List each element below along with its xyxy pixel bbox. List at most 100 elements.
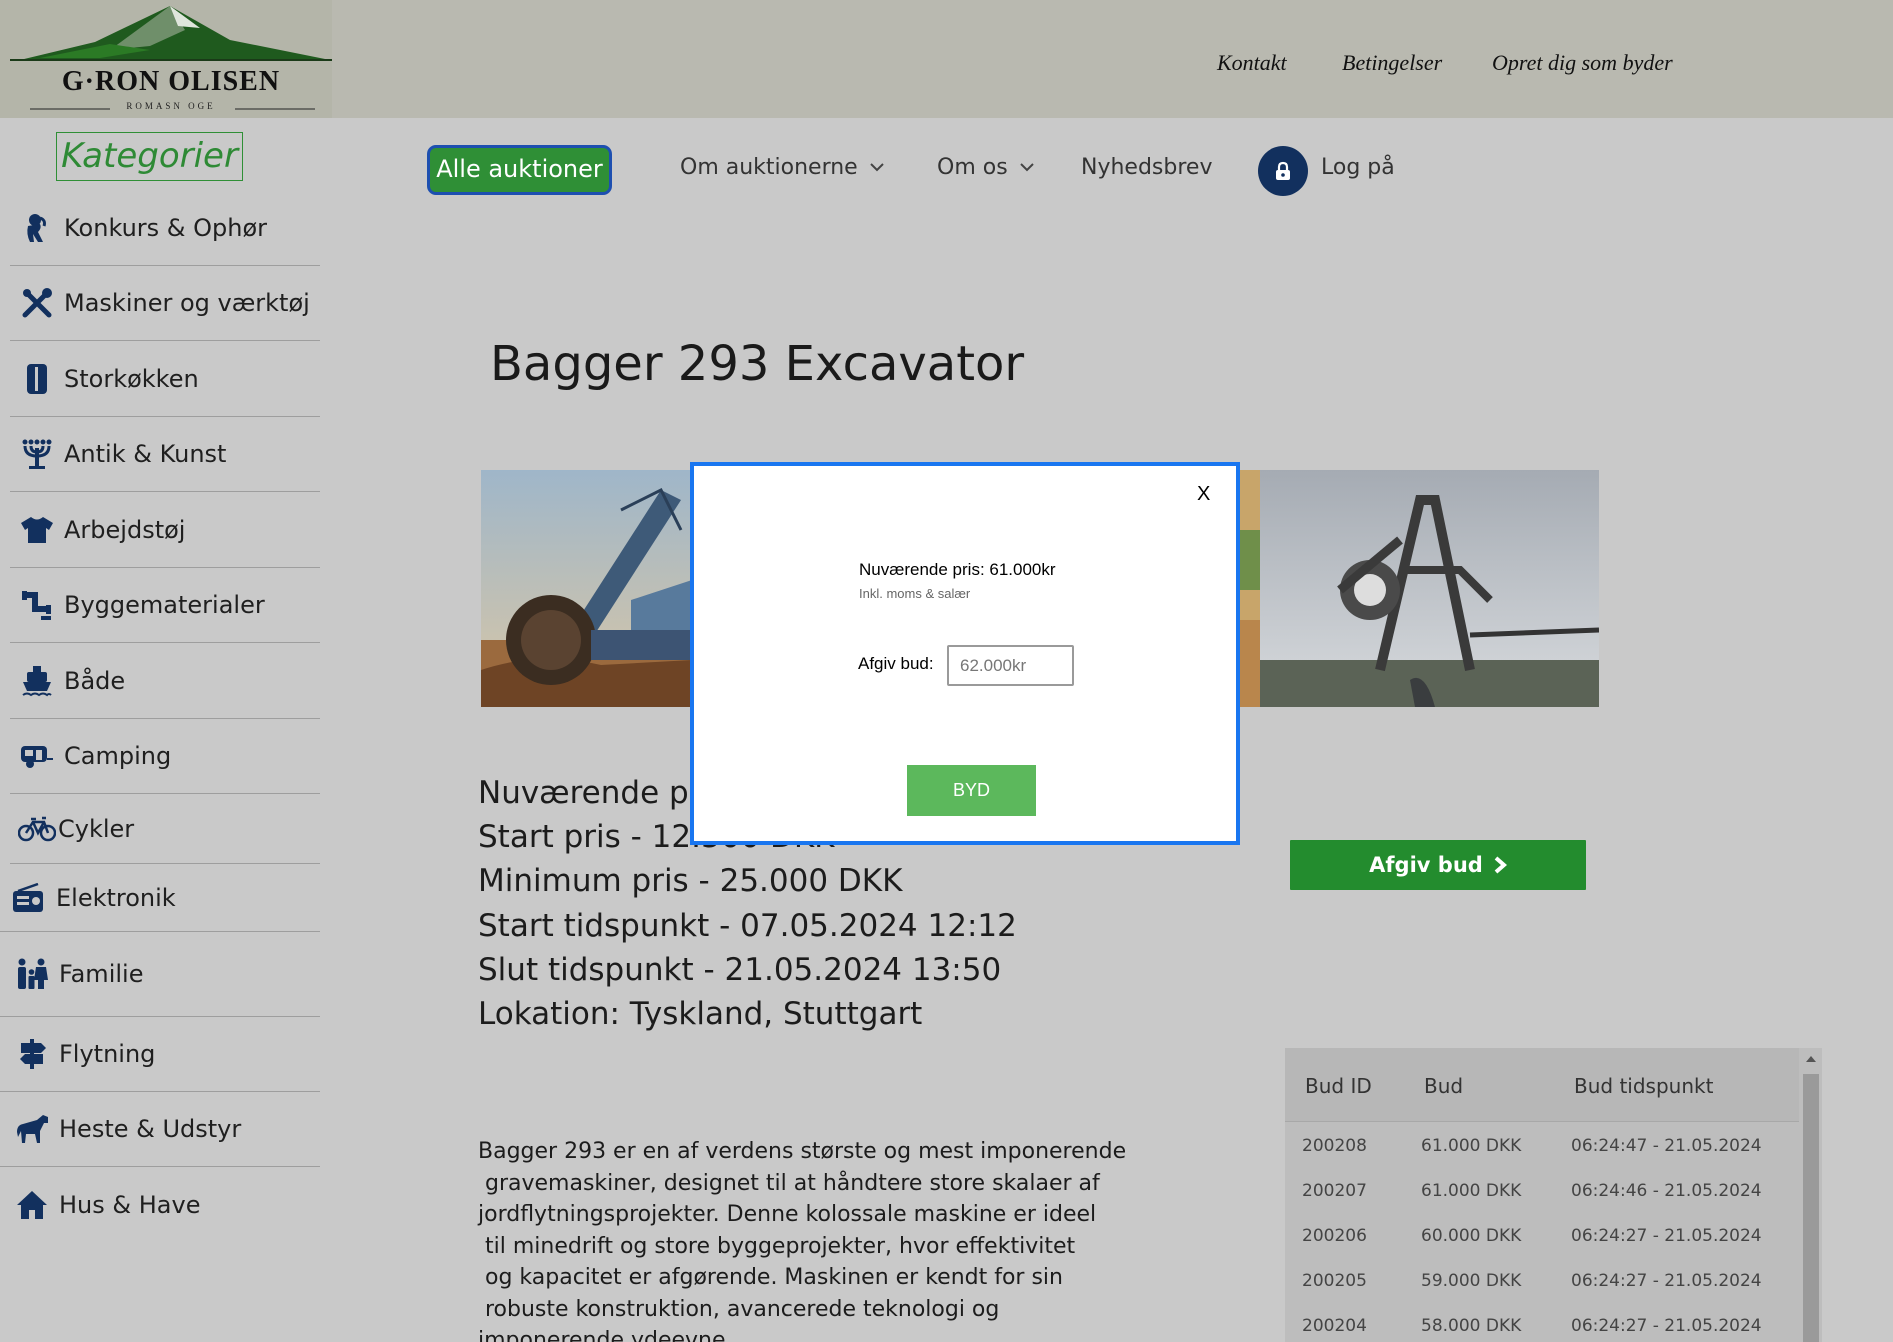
cell-bid-amount: 60.000 DKK — [1421, 1226, 1522, 1246]
chevron-down-icon — [1019, 163, 1034, 172]
scrollbar-thumb[interactable] — [1803, 1074, 1819, 1342]
description-line: gravemaskiner, designet til at håndtere … — [478, 1170, 1100, 1196]
lock-icon — [1276, 161, 1290, 180]
sidebar-item-flytning[interactable]: Flytning — [0, 1017, 320, 1092]
excavator-gray-photo-image — [1260, 470, 1599, 707]
info-end-time: Slut tidspunkt - 21.05.2024 13:50 — [478, 952, 1002, 988]
sidebar-item-label: Arbejdstøj — [64, 515, 186, 544]
info-location: Lokation: Tyskland, Stuttgart — [478, 996, 923, 1032]
sidebar-item-elektronik[interactable]: Elektronik — [0, 864, 320, 932]
ship-icon — [10, 665, 64, 697]
sidebar-item-hus-have[interactable]: Hus & Have — [0, 1167, 320, 1242]
product-photo-1[interactable] — [481, 470, 692, 707]
close-button[interactable]: X — [1197, 483, 1210, 506]
link-opret-byder[interactable]: Opret dig som byder — [1492, 50, 1673, 76]
nav-om-auktionerne[interactable]: Om auktionerne — [680, 155, 884, 180]
cell-bid-time: 06:24:47 - 21.05.2024 — [1571, 1136, 1762, 1156]
all-auctions-button[interactable]: Alle auktioner — [427, 145, 612, 195]
sidebar-item-bade[interactable]: Både — [10, 643, 320, 719]
table-header: Bud ID Bud Bud tidspunkt — [1285, 1048, 1799, 1122]
scroll-up-arrow-icon[interactable] — [1800, 1048, 1822, 1068]
tools-icon — [10, 287, 64, 319]
nav-log-pa[interactable]: Log på — [1321, 155, 1395, 180]
description-line: robuste konstruktion, avancerede teknolo… — [478, 1296, 1000, 1322]
column-header-bid: Bud — [1424, 1074, 1464, 1098]
horse-icon — [0, 1114, 64, 1144]
sidebar-item-storkokken[interactable]: Storkøkken — [10, 341, 320, 417]
sidebar-item-label: Konkurs & Ophør — [64, 213, 268, 242]
sidebar-item-label: Maskiner og værktøj — [64, 288, 310, 317]
candelabra-icon — [10, 438, 64, 470]
column-header-bid-id: Bud ID — [1305, 1074, 1372, 1098]
sidebar-item-label: Camping — [64, 741, 172, 770]
bid-modal: X Nuværende pris: 61.000kr Inkl. moms & … — [690, 462, 1240, 845]
chevron-right-icon — [1494, 856, 1507, 874]
sidebar-item-label: Familie — [59, 960, 144, 988]
family-icon — [0, 958, 64, 990]
sidebar-item-cykler[interactable]: Cykler — [10, 794, 320, 864]
caravan-icon — [10, 743, 64, 769]
link-betingelser[interactable]: Betingelser — [1342, 50, 1442, 76]
sidebar-item-familie[interactable]: Familie — [0, 932, 320, 1017]
sidebar-item-arbejdstoj[interactable]: Arbejdstøj — [10, 492, 320, 568]
top-bar: G·RON OLISEN ROMASN OGE Kontakt Betingel… — [0, 0, 1893, 118]
table-row: 200208 61.000 DKK 06:24:47 - 21.05.2024 — [1285, 1126, 1799, 1171]
description-line: og kapacitet er afgørende. Maskinen er k… — [478, 1265, 1063, 1290]
sidebar-item-label: Antik & Kunst — [64, 439, 227, 468]
excavator-photo-image — [481, 470, 692, 707]
sidebar-item-label: Storkøkken — [64, 364, 199, 393]
table-row: 200204 58.000 DKK 06:24:27 - 21.05.2024 — [1285, 1306, 1799, 1342]
sidebar-item-antik[interactable]: Antik & Kunst — [10, 416, 320, 492]
product-photo-4[interactable] — [1260, 470, 1599, 707]
sidebar-item-heste[interactable]: Heste & Udstyr — [0, 1092, 320, 1167]
sidebar-item-label: Heste & Udstyr — [59, 1115, 242, 1143]
cell-bid-amount: 59.000 DKK — [1421, 1271, 1522, 1291]
sidebar-item-label: Cykler — [58, 814, 135, 843]
sidebar-item-label: Flytning — [59, 1040, 156, 1068]
house-icon — [0, 1190, 64, 1220]
place-bid-label: Afgiv bud — [1369, 853, 1483, 877]
nav-nyhedsbrev[interactable]: Nyhedsbrev — [1081, 155, 1212, 180]
cell-bid-time: 06:24:27 - 21.05.2024 — [1571, 1316, 1762, 1336]
nav-om-os[interactable]: Om os — [937, 155, 1034, 180]
table-row: 200207 61.000 DKK 06:24:46 - 21.05.2024 — [1285, 1171, 1799, 1216]
info-current-price: Nuværende pr — [478, 775, 702, 811]
description-line: til minedrift og store byggeprojekter, h… — [478, 1233, 1076, 1259]
radio-icon — [0, 882, 56, 913]
nav-label: Om auktionerne — [680, 155, 858, 180]
cell-bid-time: 06:24:46 - 21.05.2024 — [1571, 1181, 1762, 1201]
cell-bid-amount: 61.000 DKK — [1421, 1181, 1522, 1201]
sidebar-item-byggematerialer[interactable]: Byggematerialer — [10, 567, 320, 643]
cell-bid-amount: 58.000 DKK — [1421, 1316, 1522, 1336]
person-icon — [10, 212, 64, 244]
link-kontakt[interactable]: Kontakt — [1217, 50, 1287, 76]
shirt-icon — [10, 516, 64, 544]
cell-bid-time: 06:24:27 - 21.05.2024 — [1571, 1226, 1762, 1246]
login-lock-button[interactable] — [1258, 146, 1308, 196]
place-bid-button[interactable]: Afgiv bud — [1290, 840, 1586, 890]
sidebar-item-label: Elektronik — [56, 883, 176, 912]
chevron-down-icon — [870, 163, 884, 172]
sidebar-item-camping[interactable]: Camping — [10, 718, 320, 794]
sidebar-item-maskiner[interactable]: Maskiner og værktøj — [10, 265, 320, 341]
bid-amount-input[interactable] — [947, 645, 1074, 686]
logo[interactable]: G·RON OLISEN ROMASN OGE — [0, 0, 332, 118]
submit-bid-button[interactable]: BYD — [907, 765, 1036, 816]
modal-current-price: Nuværende pris: 61.000kr — [859, 560, 1056, 579]
sidebar-item-konkurs[interactable]: Konkurs & Ophør — [10, 190, 320, 266]
description-line: imponerende ydeevne. — [478, 1328, 733, 1342]
page-title: Bagger 293 Excavator — [490, 336, 1025, 392]
table-row: 200205 59.000 DKK 06:24:27 - 21.05.2024 — [1285, 1261, 1799, 1306]
logo-subtitle: ROMASN OGE — [126, 101, 216, 111]
logo-name: G·RON OLISEN — [61, 66, 281, 97]
sidebar-item-label: Byggematerialer — [64, 590, 265, 619]
table-row: 200206 60.000 DKK 06:24:27 - 21.05.2024 — [1285, 1216, 1799, 1261]
bicycle-icon — [10, 816, 64, 842]
cell-bid-id: 200207 — [1302, 1181, 1367, 1201]
info-minimum-price: Minimum pris - 25.000 DKK — [478, 863, 903, 899]
cell-bid-id: 200205 — [1302, 1271, 1367, 1291]
column-header-bid-time: Bud tidspunkt — [1574, 1074, 1714, 1098]
pipe-icon — [10, 589, 64, 621]
fridge-icon — [10, 363, 64, 395]
cell-bid-id: 200206 — [1302, 1226, 1367, 1246]
